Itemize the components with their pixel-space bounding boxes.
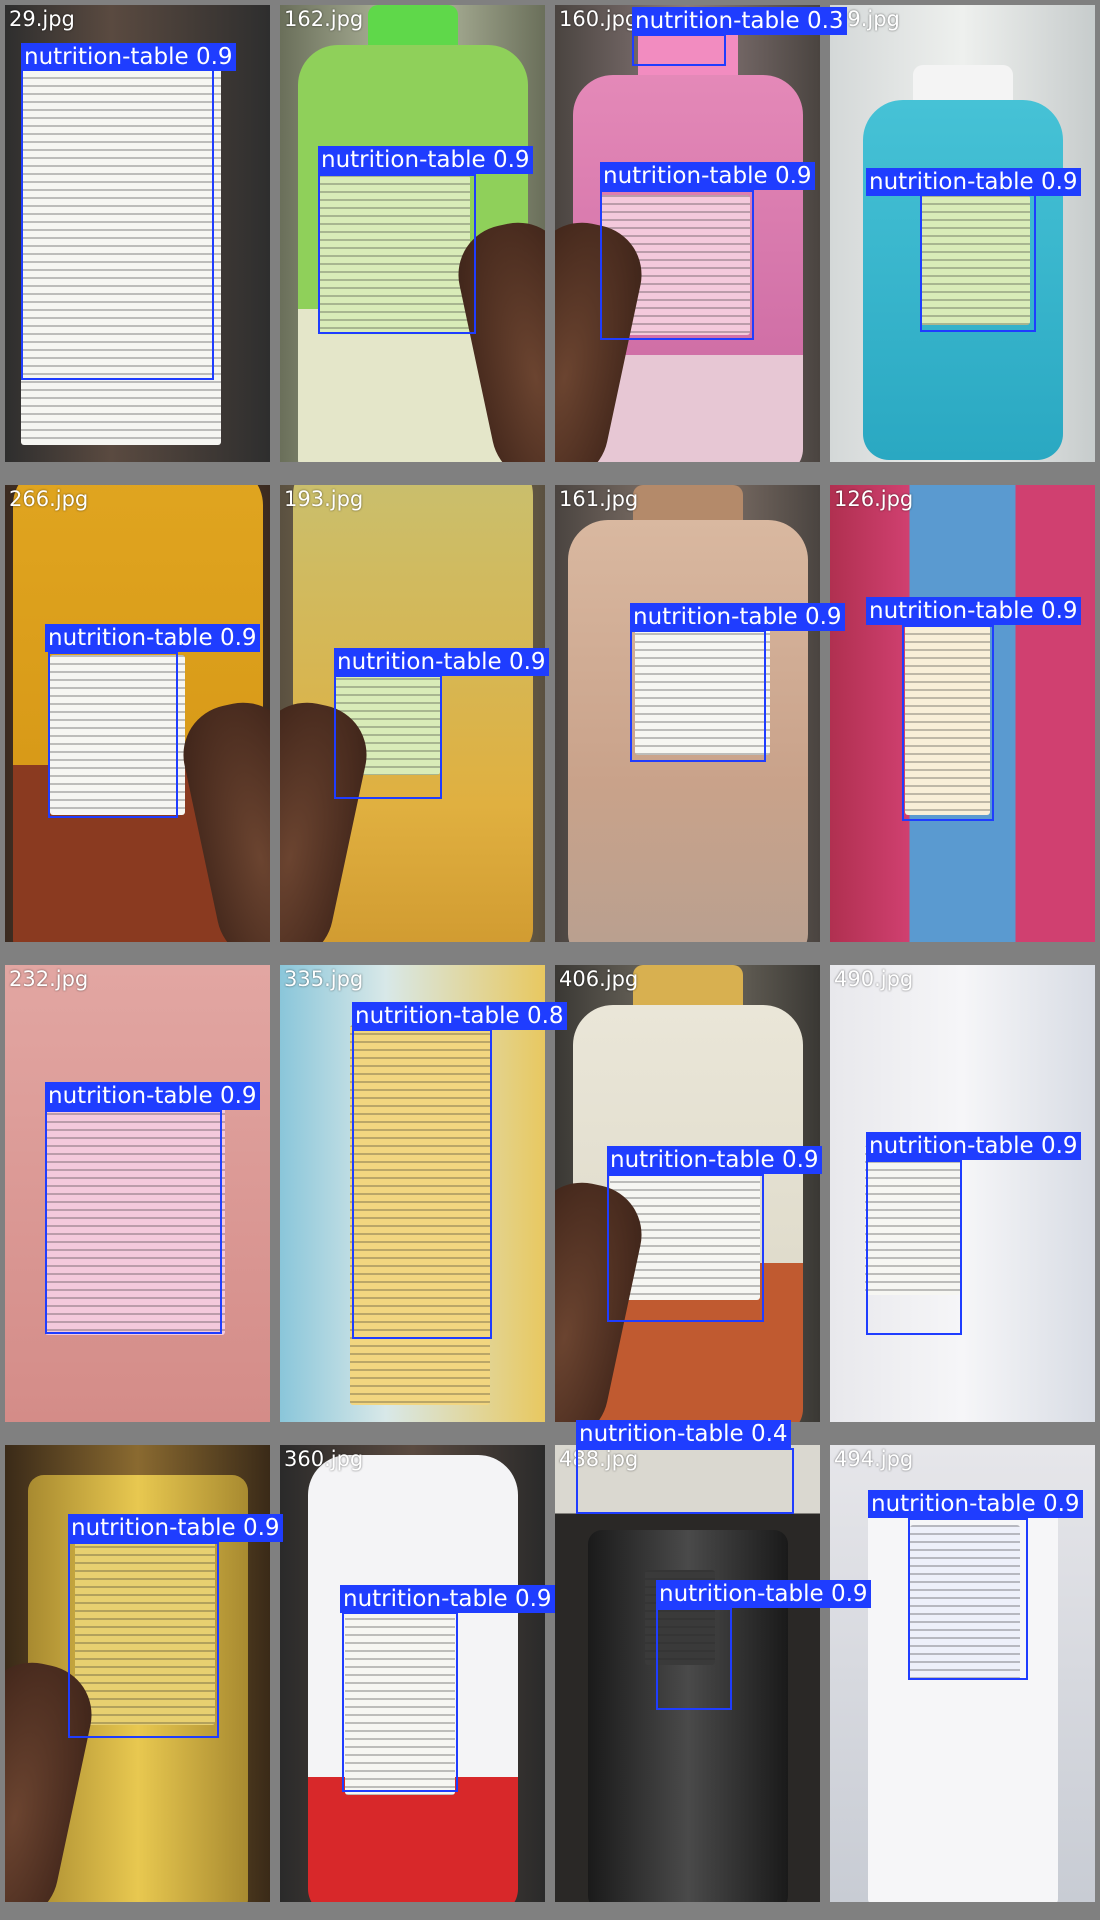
detection-tag: nutrition-table 0.9 <box>318 146 533 174</box>
detection-box <box>68 1542 219 1738</box>
file-name: 494.jpg <box>834 1447 914 1471</box>
file-name: 360.jpg <box>284 1447 364 1471</box>
detection-tag: nutrition-table 0.9 <box>21 43 236 71</box>
detection-box <box>352 1029 492 1339</box>
detection-box <box>908 1518 1028 1680</box>
detection-box <box>632 34 726 66</box>
detection-box <box>342 1612 458 1792</box>
file-name: 266.jpg <box>9 487 89 511</box>
detection-tag: nutrition-table 0.9 <box>340 1585 555 1613</box>
detection-tag: nutrition-table 0.9 <box>868 1490 1083 1518</box>
detection-box <box>920 194 1036 332</box>
file-name: 162.jpg <box>284 7 364 31</box>
detection-tag: nutrition-table 0.9 <box>45 1082 260 1110</box>
detection-box <box>576 1448 794 1514</box>
detection-tag: nutrition-table 0.9 <box>866 1132 1081 1160</box>
detection-box <box>866 1160 962 1335</box>
detection-tag: nutrition-table 0.9 <box>866 597 1081 625</box>
detection-tag: nutrition-table 0.9 <box>334 648 549 676</box>
file-name: 126.jpg <box>834 487 914 511</box>
detection-tag: nutrition-table 0.9 <box>600 162 815 190</box>
detection-tag: nutrition-table 0.9 <box>607 1146 822 1174</box>
file-name: 160.jpg <box>559 7 639 31</box>
detection-box <box>656 1608 732 1710</box>
detection-box <box>630 630 766 762</box>
detection-tag: nutrition-table 0.9 <box>866 168 1081 196</box>
detection-tag: nutrition-table 0.8 <box>352 1002 567 1030</box>
detection-box <box>902 625 994 821</box>
file-name: 161.jpg <box>559 487 639 511</box>
detection-tag: nutrition-table 0.9 <box>68 1514 283 1542</box>
detection-tag: nutrition-table 0.4 <box>576 1420 791 1448</box>
file-name: 335.jpg <box>284 967 364 991</box>
detection-box <box>318 174 476 334</box>
file-name: 406.jpg <box>559 967 639 991</box>
file-name: 193.jpg <box>284 487 364 511</box>
detection-box <box>45 1110 222 1334</box>
detection-tag: nutrition-table 0.9 <box>630 603 845 631</box>
file-name: 232.jpg <box>9 967 89 991</box>
detection-tag: nutrition-table 0.9 <box>45 624 260 652</box>
bottle-cap <box>912 65 1013 105</box>
detection-box <box>21 57 214 380</box>
detection-tag: nutrition-table 0.9 <box>656 1580 871 1608</box>
file-name: 29.jpg <box>9 7 75 31</box>
detection-grid: 29.jpg 162.jpg 160.jpg 59.jpg 266.jpg 19… <box>0 0 1100 1920</box>
file-name: 490.jpg <box>834 967 914 991</box>
detection-tag: nutrition-table 0.3 <box>632 7 847 35</box>
detection-box <box>48 652 178 818</box>
detection-box <box>607 1174 764 1322</box>
detection-box <box>600 190 754 340</box>
detection-box <box>334 675 442 799</box>
